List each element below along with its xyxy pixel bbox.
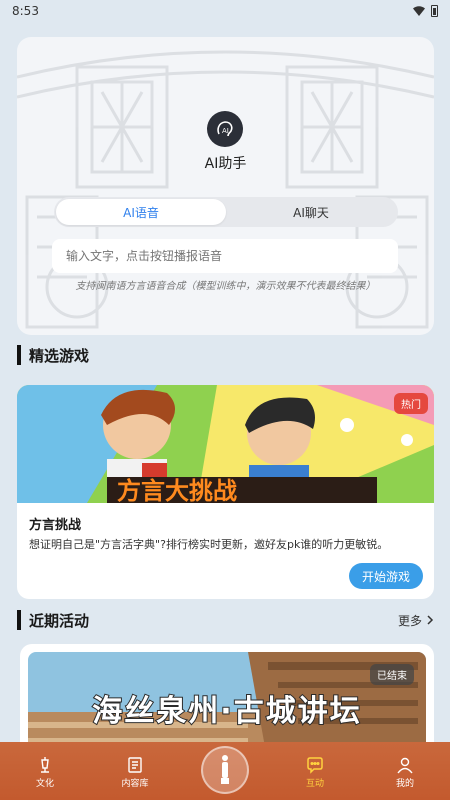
game-banner-text: 方言大挑战 xyxy=(117,477,237,503)
featured-games-title: 精选游戏 xyxy=(17,345,89,366)
nav-interaction-label: 互动 xyxy=(305,778,324,789)
culture-icon xyxy=(41,756,49,773)
game-card-dialect-challenge[interactable]: 方言大挑战 热门 方言挑战 想证明自己是"方言活字典"?排行榜实时更新，邀好友p… xyxy=(17,385,434,599)
nav-culture[interactable]: 文化 xyxy=(0,742,90,800)
main-content[interactable]: AI AI助手 AI语音 AI聊天 支持闽南语方言语音合成（模型训练中，演示效果… xyxy=(0,22,450,742)
activity-title: 海丝泉州·古城讲坛 xyxy=(91,693,362,730)
more-activities-link[interactable]: 更多 xyxy=(398,612,434,629)
status-bar: 8:53 xyxy=(0,0,450,22)
recent-activities-title: 近期活动 xyxy=(17,610,89,631)
nav-profile-label: 我的 xyxy=(395,778,414,789)
nav-profile[interactable]: 我的 xyxy=(360,742,450,800)
bottom-navigation: 文化 内容库 互动 我的 xyxy=(0,742,450,800)
ai-assistant-title: AI助手 xyxy=(204,156,247,172)
more-label: 更多 xyxy=(397,613,422,628)
ended-badge: 已结束 xyxy=(370,664,414,685)
tab-ai-voice[interactable]: AI语音 xyxy=(56,199,226,225)
chevron-right-icon xyxy=(427,615,434,625)
ai-assistant-card: AI AI助手 AI语音 AI聊天 支持闽南语方言语音合成（模型训练中，演示效果… xyxy=(17,37,434,335)
nav-content-library[interactable]: 内容库 xyxy=(90,742,180,800)
nav-center[interactable] xyxy=(180,742,270,800)
featured-games-header: 精选游戏 xyxy=(17,345,434,365)
tab-ai-chat[interactable]: AI聊天 xyxy=(226,199,396,225)
start-game-button[interactable]: 开始游戏 xyxy=(349,563,423,589)
game-description: 想证明自己是"方言活字典"?排行榜实时更新，邀好友pk谁的听力更敏锐。 xyxy=(29,538,389,551)
statue-icon[interactable] xyxy=(201,746,249,794)
ai-logo-icon: AI xyxy=(207,111,243,147)
game-title: 方言挑战 xyxy=(29,518,82,533)
recent-activities-header: 近期活动 更多 xyxy=(17,610,434,630)
ai-mode-tabs: AI语音 AI聊天 xyxy=(54,197,398,227)
hot-badge: 热门 xyxy=(394,393,428,414)
nav-interaction[interactable]: 互动 xyxy=(270,742,360,800)
activity-card[interactable]: 海丝泉州·古城讲坛 已结束 xyxy=(20,644,434,742)
tts-text-input[interactable] xyxy=(52,239,398,273)
nav-content-library-label: 内容库 xyxy=(121,778,149,789)
activity-banner-image: 海丝泉州·古城讲坛 已结束 xyxy=(28,652,426,742)
scroll-icon xyxy=(128,756,142,773)
game-banner-image: 方言大挑战 热门 xyxy=(17,385,434,503)
status-icons xyxy=(413,5,438,17)
nav-culture-label: 文化 xyxy=(35,778,54,789)
battery-icon xyxy=(431,5,438,17)
svg-text:AI: AI xyxy=(222,127,229,135)
wifi-icon xyxy=(413,6,425,16)
chat-bubble-icon xyxy=(307,756,323,774)
profile-icon xyxy=(397,757,413,773)
ai-disclaimer: 支持闽南语方言语音合成（模型训练中，演示效果不代表最终结果） xyxy=(75,281,376,292)
status-time: 8:53 xyxy=(12,4,39,18)
